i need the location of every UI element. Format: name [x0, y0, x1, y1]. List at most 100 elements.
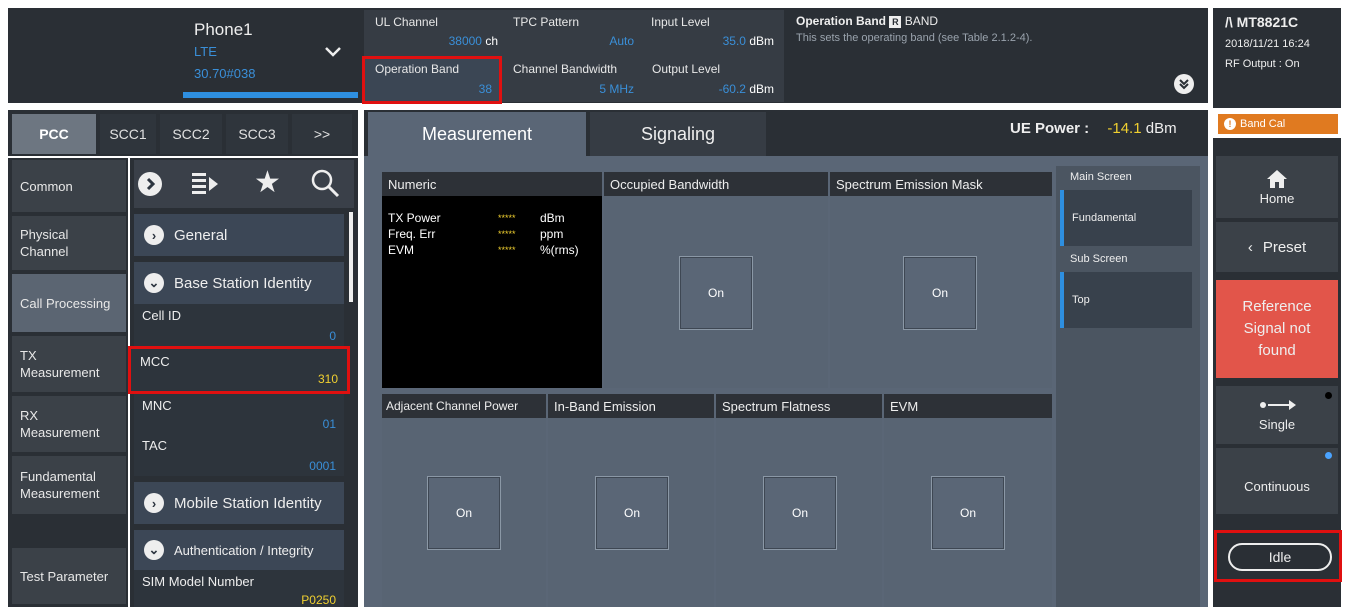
ibe-header: In-Band Emission — [548, 394, 714, 418]
sf-on-button[interactable]: On — [763, 476, 837, 550]
tab-more[interactable]: >> — [292, 114, 352, 154]
section-authentication[interactable]: ⌄ Authentication / Integrity — [134, 530, 344, 570]
expand-right-icon[interactable] — [138, 172, 162, 196]
preset-button[interactable]: ‹ Preset — [1216, 222, 1338, 272]
mcc-label: MCC — [140, 354, 170, 369]
mnc-value: 01 — [322, 417, 336, 431]
help-title-suffix: BAND — [904, 14, 939, 28]
obw-on-button[interactable]: On — [679, 256, 753, 330]
ul-channel-value: 38000 — [448, 34, 482, 48]
input-level-label: Input Level — [651, 15, 710, 29]
evm-unit: %(rms) — [540, 243, 579, 257]
section-msi-label: Mobile Station Identity — [174, 494, 322, 512]
evm-on-button[interactable]: On — [931, 476, 1005, 550]
phone-selector[interactable]: Phone1 LTE 30.70#038 — [183, 8, 358, 100]
preset-label: Preset — [1262, 238, 1307, 256]
sim-model-label: SIM Model Number — [142, 574, 254, 589]
sem-on-button[interactable]: On — [903, 256, 977, 330]
operation-band-value: 38 — [478, 82, 492, 96]
input-level-value: 35.0 — [722, 34, 746, 48]
nav-common[interactable]: Common — [12, 160, 126, 212]
tab-scc1[interactable]: SCC1 — [100, 114, 156, 154]
main-screen-button[interactable]: Fundamental — [1060, 190, 1192, 246]
tac-field[interactable]: TAC 0001 — [134, 434, 344, 476]
freq-err-value: ***** — [498, 229, 516, 239]
sim-model-field[interactable]: SIM Model Number P0250 — [134, 570, 344, 607]
sub-screen-label: Sub Screen — [1070, 253, 1128, 265]
home-label: Home — [1259, 190, 1295, 206]
freq-err-unit: ppm — [540, 227, 564, 241]
section-base-station-identity[interactable]: ⌄ Base Station Identity — [134, 262, 344, 304]
obw-header: Occupied Bandwidth — [604, 172, 828, 196]
tx-power-unit: dBm — [540, 211, 565, 225]
acp-header: Adjacent Channel Power — [382, 394, 546, 418]
tab-signaling[interactable]: Signaling — [590, 112, 766, 156]
evm-label: EVM — [388, 243, 415, 257]
channel-bandwidth-param[interactable]: Channel Bandwidth 5 MHz — [508, 56, 640, 100]
single-indicator-icon — [1325, 392, 1332, 399]
nav-fundamental-measurement[interactable]: Fundamental Measurement — [12, 456, 126, 514]
band-cal-badge[interactable]: ! Band Cal — [1218, 114, 1338, 134]
input-level-param[interactable]: Input Level 35.0 dBm — [646, 12, 778, 54]
tab-pcc[interactable]: PCC — [12, 114, 96, 154]
cell-id-field[interactable]: Cell ID 0 — [134, 304, 344, 346]
chevron-down-icon[interactable] — [325, 44, 341, 57]
evm-header: EVM — [884, 394, 1052, 418]
tab-scc2[interactable]: SCC2 — [160, 114, 222, 154]
info-icon: ! — [1224, 118, 1236, 130]
ul-channel-param[interactable]: UL Channel 38000 ch — [370, 12, 502, 54]
main-screen-value: Fundamental — [1072, 212, 1137, 224]
chevron-right-icon: › — [144, 225, 164, 245]
nav-call-processing[interactable]: Call Processing — [12, 274, 126, 332]
nav-test-parameter[interactable]: Test Parameter — [12, 548, 126, 604]
nav-tx-measurement[interactable]: TX Measurement — [12, 336, 126, 392]
ul-channel-unit: ch — [485, 34, 498, 48]
tac-value: 0001 — [309, 459, 336, 473]
channel-bandwidth-value: 5 MHz — [599, 82, 634, 96]
sub-screen-button[interactable]: Top — [1060, 272, 1192, 328]
section-general[interactable]: › General — [134, 214, 344, 256]
star-icon[interactable]: ★ — [254, 168, 284, 198]
output-level-value: -60.2 — [718, 82, 746, 96]
single-button[interactable]: Single — [1216, 386, 1338, 444]
section-mobile-station-identity[interactable]: › Mobile Station Identity — [134, 482, 344, 524]
tree-scrollbar[interactable] — [349, 212, 353, 302]
list-play-icon[interactable] — [190, 170, 220, 198]
band-cal-label: Band Cal — [1240, 118, 1286, 130]
freq-err-label: Freq. Err — [388, 227, 436, 241]
ibe-on-button[interactable]: On — [595, 476, 669, 550]
section-bsi-label: Base Station Identity — [174, 274, 312, 292]
tab-scc3[interactable]: SCC3 — [226, 114, 288, 154]
expand-icon[interactable] — [1174, 74, 1194, 94]
mnc-field[interactable]: MNC 01 — [134, 394, 344, 434]
home-button[interactable]: Home — [1216, 156, 1338, 218]
continuous-button[interactable]: Continuous — [1216, 448, 1338, 514]
numeric-panel[interactable]: TX Power ***** dBm Freq. Err ***** ppm EVM **… — [382, 196, 602, 388]
tpc-pattern-param[interactable]: TPC Pattern Auto — [508, 12, 638, 54]
phone-id: 30.70#038 — [194, 66, 256, 81]
chevron-left-icon: ‹ — [1247, 238, 1253, 256]
nav-physical-channel[interactable]: Physical Channel — [12, 216, 126, 270]
cell-id-label: Cell ID — [142, 308, 182, 323]
section-general-label: General — [174, 226, 228, 244]
input-level-unit: dBm — [749, 34, 774, 48]
tx-power-value: ***** — [498, 213, 516, 223]
nav-rx-measurement[interactable]: RX Measurement — [12, 396, 126, 452]
tab-measurement[interactable]: Measurement — [368, 112, 586, 156]
acp-on-button[interactable]: On — [427, 476, 501, 550]
output-level-param[interactable]: Output Level -60.2 dBm — [646, 56, 778, 100]
chevron-down-icon: ⌄ — [144, 273, 164, 293]
evm-value: ***** — [498, 245, 516, 255]
operation-band-param[interactable]: Operation Band 38 — [362, 56, 502, 104]
ue-power-value: -14.1 — [1107, 120, 1142, 137]
search-icon[interactable] — [310, 168, 340, 198]
ul-channel-label: UL Channel — [375, 15, 438, 29]
ue-power-unit: dBm — [1145, 120, 1177, 137]
mcc-field[interactable]: MCC 310 — [128, 346, 350, 394]
idle-button[interactable]: Idle — [1228, 543, 1332, 571]
phone-underline — [183, 92, 358, 98]
ue-power: UE Power : -14.1 dBm — [1010, 120, 1202, 144]
help-title: Operation Band — [796, 14, 887, 28]
device-info: /\ MT8821C 2018/11/21 16:24 RF Output : … — [1213, 8, 1341, 108]
channel-bandwidth-label: Channel Bandwidth — [513, 62, 618, 76]
